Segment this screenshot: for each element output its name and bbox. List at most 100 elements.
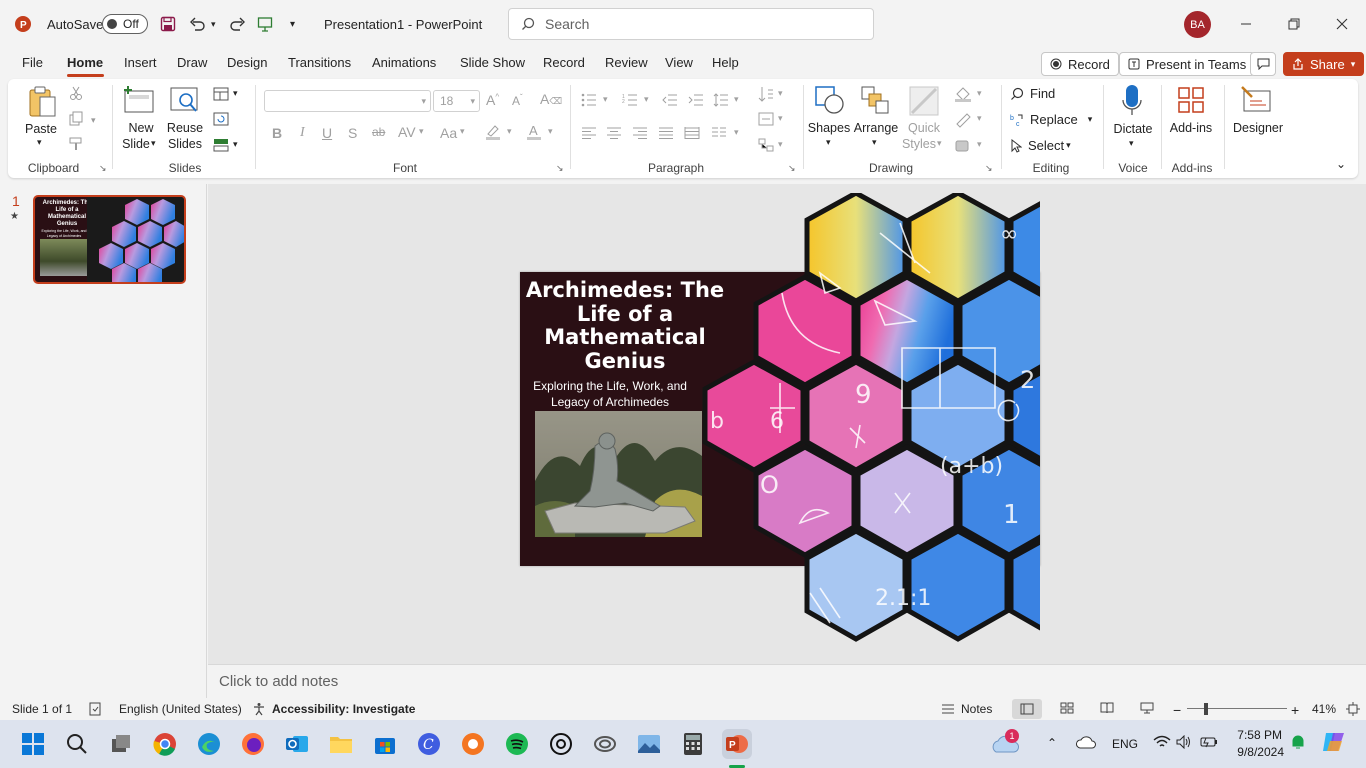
crunchyroll-icon[interactable]	[458, 729, 488, 759]
comments-button[interactable]	[1250, 52, 1276, 76]
shape-outline-dropdown-icon[interactable]: ▾	[977, 113, 982, 124]
slideshow-icon[interactable]	[1140, 702, 1154, 714]
highlight-color-icon[interactable]	[484, 123, 502, 141]
section-icon[interactable]	[213, 138, 229, 152]
present-from-beginning-icon[interactable]	[257, 0, 273, 48]
paste-icon[interactable]	[28, 85, 58, 119]
align-center-icon[interactable]	[606, 126, 622, 140]
font-color-dropdown-icon[interactable]: ▾	[548, 126, 553, 137]
dictate-dropdown-icon[interactable]: ▾	[1129, 138, 1134, 149]
volume-icon[interactable]	[1176, 735, 1192, 749]
character-spacing-icon[interactable]: AV	[398, 124, 416, 140]
quick-styles-label-1[interactable]: Quick	[903, 120, 945, 136]
arrange-icon[interactable]	[860, 85, 890, 115]
tab-home[interactable]: Home	[67, 55, 103, 70]
spotify-icon[interactable]	[502, 729, 532, 759]
strikethrough-icon[interactable]: ab	[372, 125, 385, 139]
shape-effects-icon[interactable]	[954, 138, 972, 154]
italic-icon[interactable]: I	[300, 125, 305, 141]
avatar[interactable]: BA	[1184, 11, 1211, 38]
clock-date[interactable]: 9/8/2024	[1232, 745, 1284, 759]
paste-dropdown-icon[interactable]: ▾	[37, 137, 42, 148]
designer-icon[interactable]	[1240, 85, 1272, 115]
numbering-dropdown-icon[interactable]: ▾	[644, 94, 649, 105]
align-right-icon[interactable]	[632, 126, 648, 140]
clipboard-launcher-icon[interactable]: ↘	[99, 163, 107, 174]
select-button[interactable]: Select ▾	[1010, 138, 1071, 153]
autosave-toggle[interactable]: Off	[102, 0, 148, 48]
hexagon-watercolor-image[interactable]: ∞ 9 6 (a+b) 1 2.1:1 b O 2	[700, 193, 1042, 648]
arrange-dropdown-icon[interactable]: ▾	[872, 137, 877, 148]
new-slide-dropdown-icon[interactable]: ▾	[151, 138, 156, 149]
cut-icon[interactable]	[68, 85, 84, 101]
distributed-icon[interactable]	[684, 126, 700, 140]
bold-icon[interactable]: B	[272, 125, 282, 141]
search-box[interactable]: Search	[508, 8, 874, 40]
columns-dropdown-icon[interactable]: ▾	[734, 127, 739, 138]
tab-insert[interactable]: Insert	[124, 55, 157, 70]
section-dropdown-icon[interactable]: ▾	[233, 139, 238, 150]
collapse-ribbon-icon[interactable]: ⌄	[1336, 157, 1346, 171]
tab-file[interactable]: File	[22, 55, 43, 70]
zoom-out-icon[interactable]: −	[1173, 702, 1181, 718]
windows-start-icon[interactable]	[18, 729, 48, 759]
font-family-input[interactable]: ▾	[264, 90, 431, 112]
bullets-icon[interactable]	[581, 93, 597, 107]
reuse-slides-label-1[interactable]: Reuse	[164, 120, 206, 136]
character-spacing-dropdown-icon[interactable]: ▾	[419, 126, 424, 137]
statue-photo[interactable]	[535, 411, 702, 537]
font-family-dropdown-icon[interactable]: ▾	[421, 91, 426, 111]
highlight-dropdown-icon[interactable]: ▾	[507, 126, 512, 137]
paste-label[interactable]: Paste	[22, 121, 60, 137]
edge-icon[interactable]	[194, 729, 224, 759]
copy-icon[interactable]	[68, 111, 84, 127]
input-language[interactable]: ENG	[1112, 737, 1138, 751]
shape-fill-dropdown-icon[interactable]: ▾	[977, 88, 982, 99]
slide-subtitle[interactable]: Exploring the Life, Work, and Legacy of …	[522, 378, 698, 410]
outlook-icon[interactable]	[282, 729, 312, 759]
align-left-icon[interactable]	[581, 126, 597, 140]
underline-icon[interactable]: U	[322, 125, 332, 141]
addins-icon[interactable]	[1177, 86, 1205, 114]
customize-qat-icon[interactable]: ▾	[290, 0, 295, 48]
quick-styles-label-2[interactable]: Styles	[898, 136, 940, 152]
shape-outline-icon[interactable]	[954, 112, 972, 128]
quick-styles-dropdown-icon[interactable]: ▾	[937, 138, 942, 149]
shapes-icon[interactable]	[814, 85, 846, 115]
record-button[interactable]: Record	[1041, 52, 1119, 76]
smartart-dropdown-icon[interactable]: ▾	[778, 139, 783, 150]
minimize-icon[interactable]	[1232, 10, 1260, 38]
tab-view[interactable]: View	[665, 55, 693, 70]
shapes-label[interactable]: Shapes	[807, 120, 851, 136]
redo-icon[interactable]	[228, 0, 246, 48]
powerpoint-taskbar-icon[interactable]: P	[722, 729, 752, 759]
photos-icon[interactable]	[634, 729, 664, 759]
onedrive-icon[interactable]	[1076, 735, 1096, 749]
undo-icon[interactable]	[189, 0, 207, 48]
line-spacing-dropdown-icon[interactable]: ▾	[734, 94, 739, 105]
slide-thumbnail[interactable]: Archimedes: The Life of a Mathematical G…	[33, 195, 186, 284]
shadow-icon[interactable]: S	[348, 125, 357, 141]
align-text-icon[interactable]	[758, 112, 774, 126]
loop-icon[interactable]	[590, 729, 620, 759]
align-text-dropdown-icon[interactable]: ▾	[778, 113, 783, 124]
font-size-input[interactable]: 18 ▾	[433, 90, 480, 112]
microsoft-store-icon[interactable]	[370, 729, 400, 759]
dictate-label[interactable]: Dictate	[1108, 121, 1158, 137]
fit-to-window-icon[interactable]	[1346, 702, 1360, 716]
new-slide-label-2[interactable]: Slide	[118, 136, 154, 152]
chrome-icon[interactable]	[150, 729, 180, 759]
change-case-icon[interactable]: Aa	[440, 125, 457, 141]
clear-formatting-icon[interactable]: A⌫	[540, 91, 562, 107]
battery-icon[interactable]	[1200, 735, 1218, 749]
slide-title[interactable]: Archimedes: The Life of a Mathematical G…	[520, 278, 730, 373]
text-direction-dropdown-icon[interactable]: ▾	[778, 88, 783, 99]
present-in-teams-button[interactable]: Present in Teams	[1119, 52, 1256, 76]
decrease-font-size-icon[interactable]: Aˇ	[512, 93, 523, 108]
font-launcher-icon[interactable]: ↘	[556, 163, 564, 174]
font-color-icon[interactable]: A	[526, 123, 542, 141]
tab-slide-show[interactable]: Slide Show	[460, 55, 525, 70]
shapes-dropdown-icon[interactable]: ▾	[826, 137, 831, 148]
paragraph-launcher-icon[interactable]: ↘	[788, 163, 796, 174]
smartart-icon[interactable]	[758, 138, 774, 152]
